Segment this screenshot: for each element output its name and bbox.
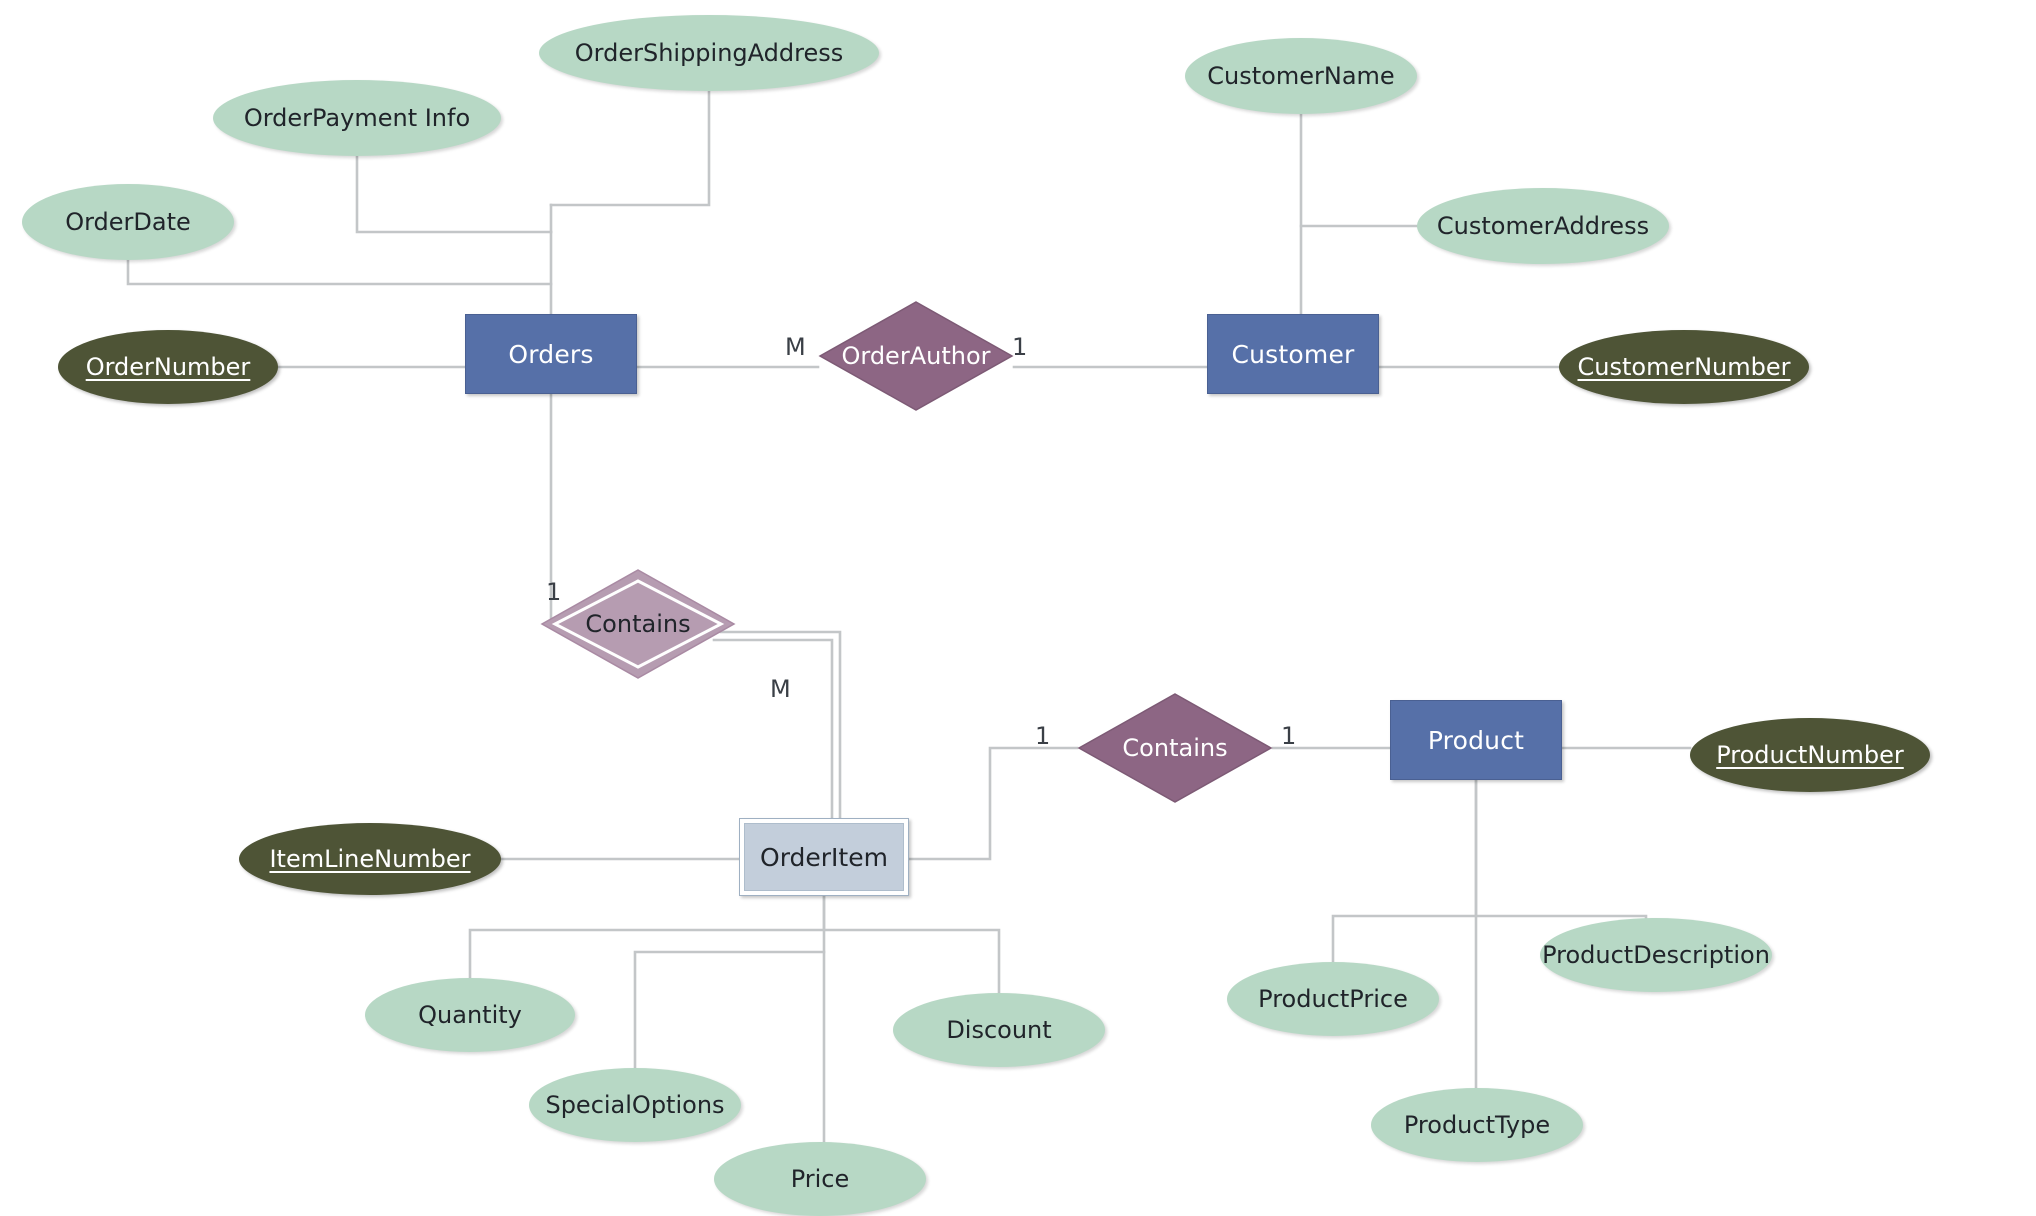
- entity-label: Product: [1427, 725, 1525, 755]
- entity-customer[interactable]: Customer: [1207, 314, 1379, 394]
- attribute-key-itemlinenumber[interactable]: ItemLineNumber: [239, 823, 501, 895]
- relationship-label: Contains: [1122, 734, 1228, 762]
- cardinality-m-orderauthor: M: [785, 333, 806, 361]
- link-productdescription: [1474, 914, 1648, 920]
- relationship-contains-product[interactable]: Contains: [1077, 692, 1273, 804]
- cardinality-m-contains-order: M: [770, 675, 791, 703]
- link-quantity: [468, 894, 826, 980]
- entity-orders[interactable]: Orders: [465, 314, 637, 394]
- cardinality-one-contains-left: 1: [1035, 722, 1051, 750]
- attribute-orderdate[interactable]: OrderDate: [22, 184, 234, 260]
- attribute-customername[interactable]: CustomerName: [1185, 38, 1417, 114]
- attribute-producttype[interactable]: ProductType: [1371, 1088, 1583, 1162]
- entity-label: OrderItem: [760, 842, 888, 872]
- attribute-label: OrderPayment Info: [243, 104, 471, 132]
- attribute-key-ordernumber[interactable]: OrderNumber: [58, 330, 278, 404]
- attribute-price[interactable]: Price: [714, 1142, 926, 1216]
- relationship-label: OrderAuthor: [841, 342, 991, 370]
- cardinality-one-orderauthor: 1: [1012, 333, 1028, 361]
- entity-product[interactable]: Product: [1390, 700, 1562, 780]
- attribute-quantity[interactable]: Quantity: [365, 978, 575, 1052]
- attribute-label: OrderShippingAddress: [574, 39, 844, 67]
- attribute-label: Quantity: [418, 1001, 522, 1029]
- attribute-specialoptions[interactable]: SpecialOptions: [529, 1068, 741, 1142]
- attribute-discount[interactable]: Discount: [893, 993, 1105, 1067]
- attribute-label: ProductNumber: [1716, 741, 1904, 769]
- attribute-key-productnumber[interactable]: ProductNumber: [1690, 718, 1930, 792]
- relationship-label: Contains: [585, 610, 691, 638]
- link-orderitem-contains2: [907, 746, 1079, 861]
- attribute-key-customernumber[interactable]: CustomerNumber: [1559, 330, 1809, 404]
- cardinality-one-contains-right: 1: [1281, 722, 1297, 750]
- entity-label: Orders: [508, 339, 594, 369]
- attribute-label: ProductDescription: [1542, 941, 1770, 969]
- attribute-label: ProductType: [1403, 1111, 1551, 1139]
- link-productprice: [1331, 778, 1478, 964]
- attribute-label: CustomerAddress: [1436, 212, 1650, 240]
- link-contains-orderitem-a: [719, 630, 842, 820]
- link-discount: [822, 928, 1001, 995]
- attribute-label: SpecialOptions: [545, 1091, 725, 1119]
- attribute-label: CustomerNumber: [1577, 353, 1791, 381]
- attribute-label: ItemLineNumber: [269, 845, 471, 873]
- attribute-label: CustomerName: [1207, 62, 1395, 90]
- entity-orderitem[interactable]: OrderItem: [739, 818, 909, 896]
- attribute-label: OrderNumber: [85, 353, 251, 381]
- cardinality-one-contains-order: 1: [546, 578, 562, 606]
- link-orderdate: [126, 258, 553, 286]
- relationship-orderauthor[interactable]: OrderAuthor: [818, 300, 1014, 412]
- attribute-label: ProductPrice: [1258, 985, 1408, 1013]
- relationship-contains-order[interactable]: Contains: [540, 568, 736, 680]
- attribute-label: Price: [790, 1165, 850, 1193]
- attribute-orderpayment-info[interactable]: OrderPayment Info: [213, 80, 501, 156]
- attribute-productprice[interactable]: ProductPrice: [1227, 962, 1439, 1036]
- entity-label: Customer: [1231, 339, 1355, 369]
- attribute-customeraddress[interactable]: CustomerAddress: [1417, 188, 1669, 264]
- attribute-productdescription[interactable]: ProductDescription: [1540, 918, 1772, 992]
- link-specialoptions: [633, 950, 826, 1070]
- attribute-label: OrderDate: [65, 208, 191, 236]
- er-diagram-canvas: OrderAuthor Contains Contains Orders Cus…: [0, 0, 2036, 1216]
- attribute-ordershippingaddress[interactable]: OrderShippingAddress: [539, 15, 879, 91]
- attribute-label: Discount: [946, 1016, 1052, 1044]
